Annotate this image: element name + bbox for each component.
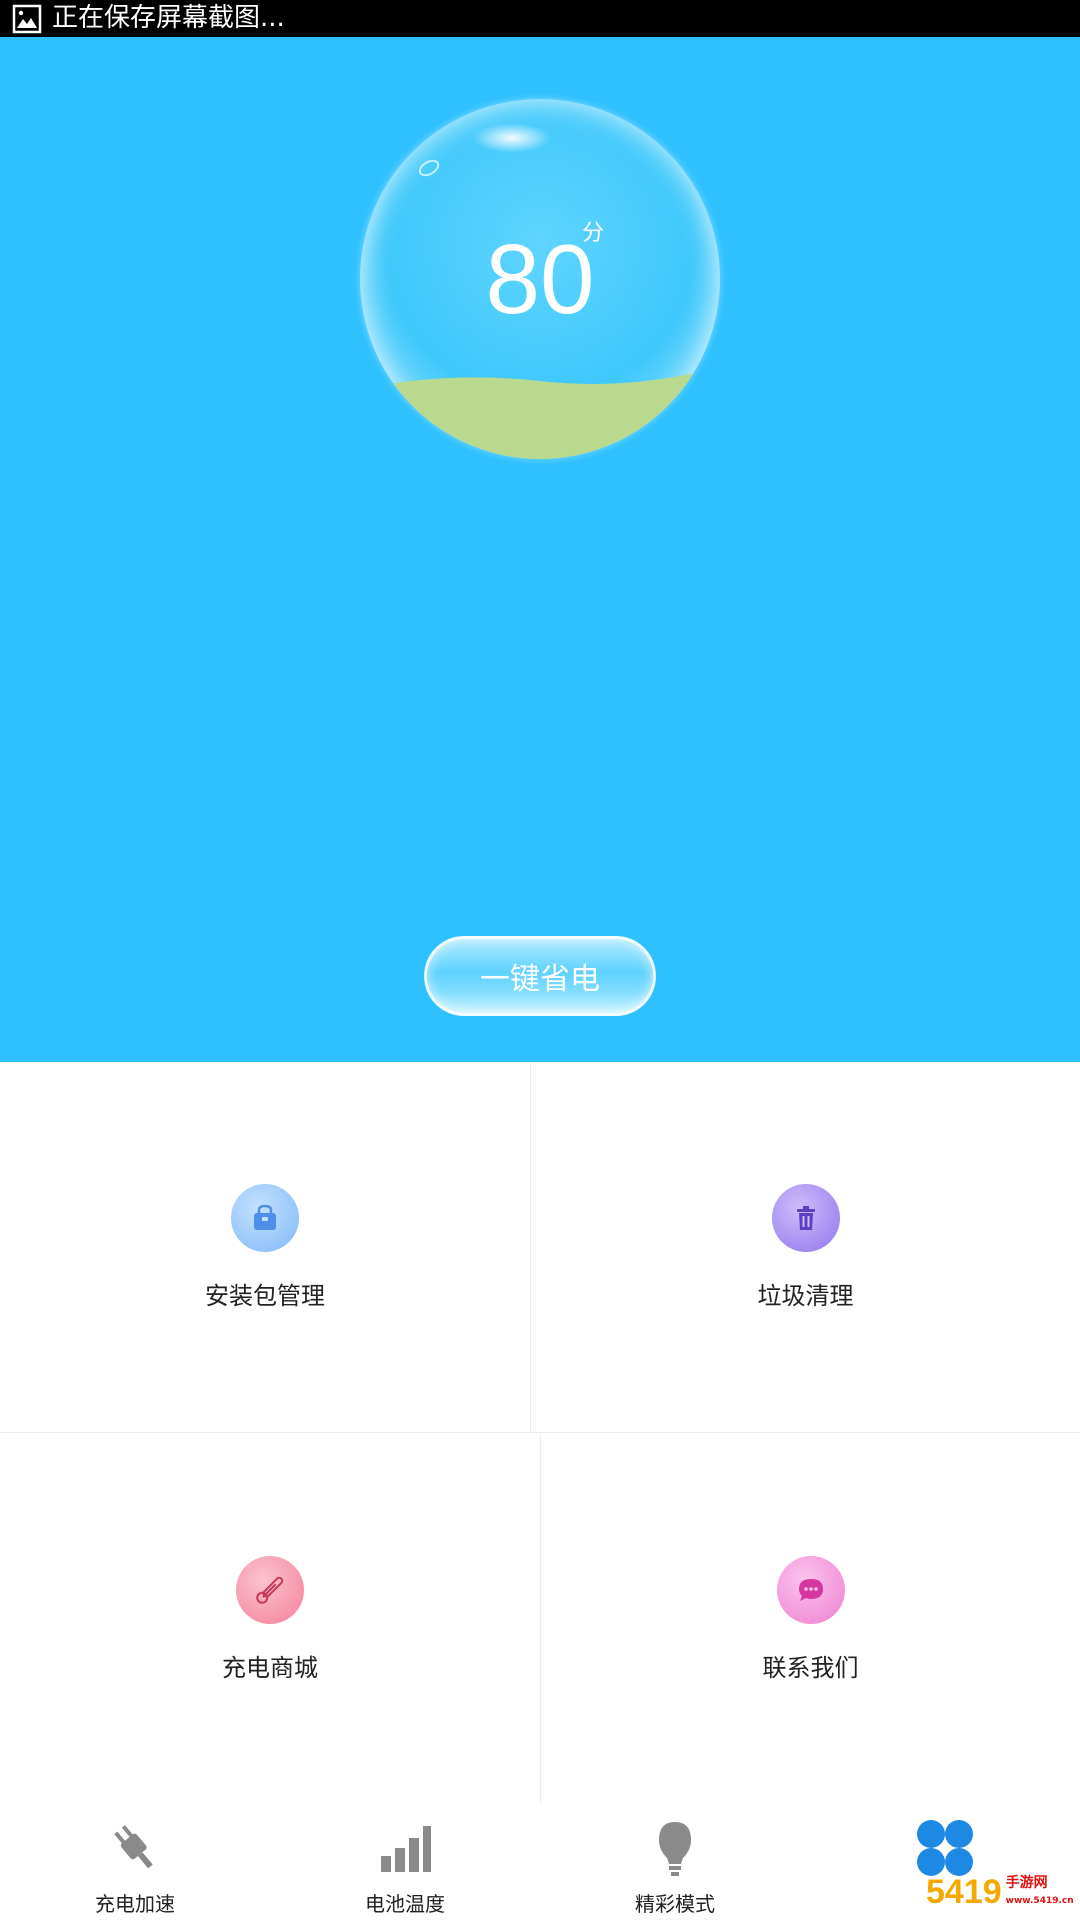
- tile-charging-mall[interactable]: 充电商城: [0, 1434, 540, 1804]
- score-value: 80: [485, 224, 595, 334]
- divider: [0, 1432, 1080, 1433]
- bottom-nav: 充电加速 电池温度 精彩模式: [0, 1804, 1080, 1920]
- feature-grid: 安装包管理 垃圾清理 充电商城 联系我们: [0, 1062, 1080, 1804]
- score-unit: 分: [582, 221, 605, 246]
- tile-package-manager[interactable]: 安装包管理: [0, 1062, 530, 1432]
- lightbulb-icon: [643, 1816, 707, 1880]
- chat-bubble-icon: [776, 1556, 845, 1624]
- tile-label: 安装包管理: [205, 1282, 325, 1310]
- watermark-logo: 5419 手游网 www.5419.cn: [926, 1868, 1076, 1916]
- package-bag-icon: [231, 1184, 299, 1252]
- trash-icon: [771, 1184, 840, 1252]
- thermometer-icon: [236, 1556, 304, 1624]
- nav-item-charge-boost[interactable]: 充电加速: [0, 1804, 270, 1920]
- nav-item-battery-temperature[interactable]: 电池温度: [270, 1804, 540, 1920]
- watermark-domain: www.5419.cn: [1005, 1896, 1074, 1906]
- nav-label: 精彩模式: [635, 1892, 715, 1916]
- nav-label: 电池温度: [365, 1892, 445, 1916]
- status-bar: 正在保存屏幕截图...: [0, 0, 1080, 37]
- watermark-text: 手游网 www.5419.cn: [1006, 1875, 1074, 1909]
- watermark-brand: 手游网: [1005, 1875, 1048, 1891]
- tile-label: 联系我们: [762, 1654, 859, 1682]
- nav-item-highlight-mode[interactable]: 精彩模式: [540, 1804, 810, 1920]
- tile-contact-us[interactable]: 联系我们: [541, 1434, 1080, 1804]
- tile-trash-cleanup[interactable]: 垃圾清理: [531, 1062, 1080, 1432]
- hero-panel: 80 分 一键省电: [0, 37, 1080, 1062]
- bar-chart-icon: [373, 1816, 437, 1880]
- one-tap-save-button[interactable]: 一键省电: [424, 936, 656, 1016]
- image-icon: [12, 4, 42, 33]
- plug-icon: [103, 1816, 167, 1880]
- score-orb: 80 分: [360, 99, 720, 459]
- status-text: 正在保存屏幕截图...: [52, 3, 285, 33]
- tile-label: 垃圾清理: [757, 1282, 854, 1310]
- orb-highlight: [472, 123, 552, 153]
- tile-label: 充电商城: [222, 1654, 318, 1682]
- nav-label: 充电加速: [95, 1892, 175, 1916]
- watermark-number: 5419: [926, 1872, 1002, 1911]
